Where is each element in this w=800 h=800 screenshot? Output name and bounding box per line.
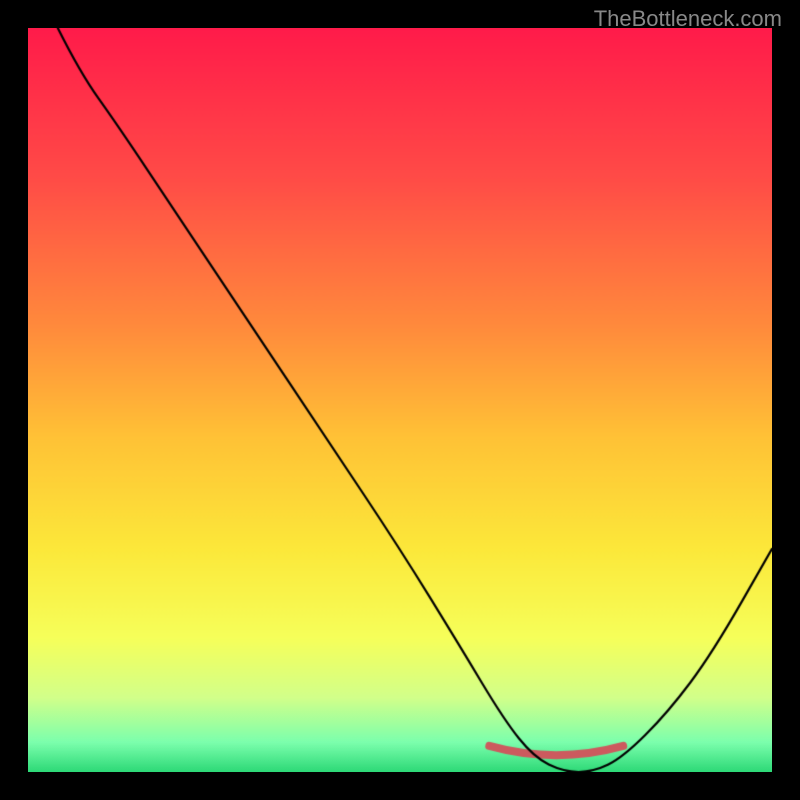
watermark-text: TheBottleneck.com: [594, 6, 782, 32]
chart-frame: [28, 28, 772, 772]
chart-canvas: [28, 28, 772, 772]
